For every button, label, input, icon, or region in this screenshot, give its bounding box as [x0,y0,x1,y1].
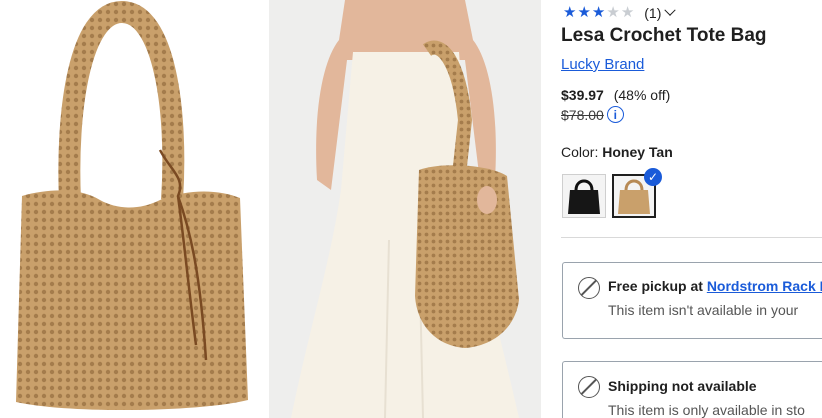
shipping-subtitle: This item is only available in sto [608,402,805,418]
color-swatch-black[interactable] [562,174,606,218]
pickup-title: Free pickup at Nordstrom Rack N [608,278,822,294]
product-image-main[interactable] [0,0,262,418]
pickup-option-card[interactable]: Free pickup at Nordstrom Rack N This ite… [562,262,822,339]
store-link[interactable]: Nordstrom Rack N [707,278,822,294]
rating-summary[interactable]: ★ ★ ★ ★ ★ (1) [563,4,677,22]
original-price-row: $78.00 i [561,106,624,123]
sale-price: $39.97 [561,87,604,103]
brand-link[interactable]: Lucky Brand [561,56,644,73]
pickup-subtitle: This item isn't available in your [608,302,799,318]
product-info-panel: ★ ★ ★ ★ ★ (1) Lesa Crochet Tote Bag Luck… [561,0,822,418]
selected-color-name: Honey Tan [602,144,673,160]
review-count: (1) [644,5,662,21]
original-price: $78.00 [561,106,604,123]
star-icon: ★ [577,4,591,21]
star-icon: ★ [563,4,577,21]
prohibited-icon [578,376,600,398]
shipping-option-card[interactable]: Shipping not available This item is only… [562,361,822,418]
color-label: Color: [561,144,603,160]
black-tote-thumbnail [568,179,600,214]
pickup-title-text: Free pickup at [608,278,707,294]
star-rating: ★ ★ ★ ★ ★ [563,4,634,22]
star-icon: ★ [591,4,606,21]
price-row: $39.97 (48% off) [561,87,670,103]
product-image-model[interactable] [269,0,541,418]
shipping-title: Shipping not available [608,378,757,394]
star-icon: ★ [620,4,635,21]
product-title: Lesa Crochet Tote Bag [561,25,767,46]
info-icon[interactable]: i [606,106,624,123]
color-selection-label: Color: Honey Tan [561,144,673,160]
crochet-tote-image [16,0,248,411]
checkmark-icon: ✓ [644,168,662,186]
star-icon: ★ [606,4,620,21]
chevron-down-icon [664,4,677,16]
divider [561,237,822,238]
model-with-tote-image [291,0,519,418]
discount-percent: (48% off) [613,87,671,103]
prohibited-icon [578,277,600,299]
